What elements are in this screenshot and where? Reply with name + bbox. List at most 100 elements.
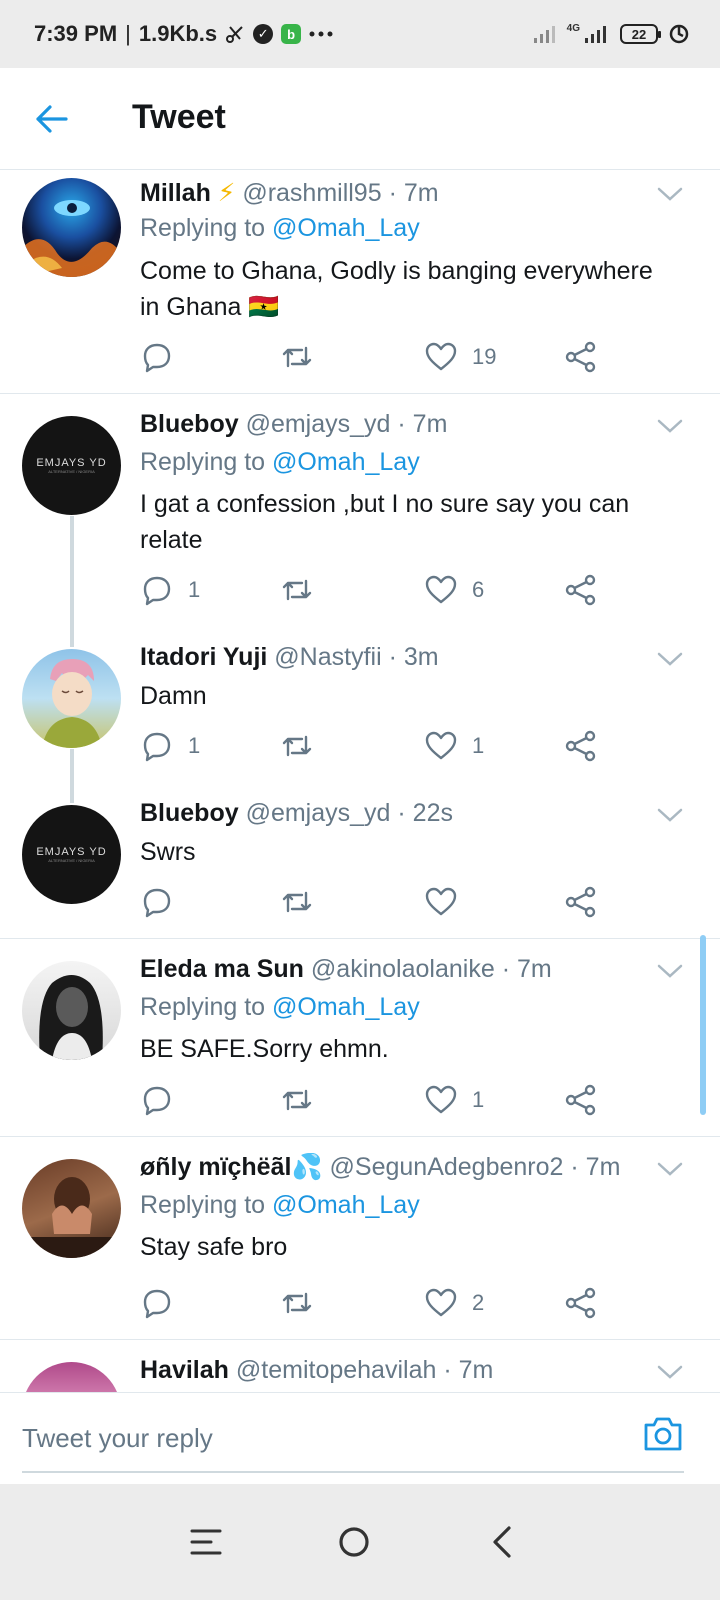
thread-line <box>70 627 74 647</box>
menu-icon[interactable] <box>186 1522 226 1562</box>
replying-to: Replying to @Omah_Lay <box>140 448 420 477</box>
like-button[interactable] <box>424 882 472 922</box>
author-name[interactable]: Blueboy <box>140 410 239 438</box>
mention-link[interactable]: @Omah_Lay <box>272 993 420 1021</box>
author-handle[interactable]: @akinolaolanike <box>311 955 495 983</box>
chevron-down-icon[interactable] <box>656 184 684 204</box>
tweet-actions: 19 <box>140 337 610 377</box>
avatar[interactable]: EMJAYS YD ALTERNATIVE / NIGERIA <box>22 416 121 515</box>
tweet-actions <box>140 882 610 922</box>
share-icon <box>565 730 596 762</box>
signal-icon <box>533 24 557 44</box>
author-handle[interactable]: @SegunAdegbenro2 <box>330 1153 564 1181</box>
tweet-item[interactable]: EMJAYS YD ALTERNATIVE / NIGERIA Blueboy … <box>0 783 720 939</box>
home-circle-icon[interactable] <box>334 1522 374 1562</box>
tweet-item[interactable]: Millah ⚡ @rashmill95 · 7m Replying to @O… <box>0 170 720 394</box>
reply-button[interactable] <box>140 1080 188 1120</box>
author-handle[interactable]: @emjays_yd <box>246 410 391 438</box>
reply-input[interactable] <box>22 1423 622 1454</box>
retweet-button[interactable] <box>280 570 314 610</box>
author-handle[interactable]: @Nastyfii <box>274 643 381 671</box>
avatar[interactable] <box>22 1159 121 1258</box>
like-button[interactable]: 19 <box>424 337 496 377</box>
retweet-button[interactable] <box>280 726 314 766</box>
author-name[interactable]: Havilah <box>140 1356 229 1384</box>
replying-to: Replying to @Omah_Lay <box>140 214 420 243</box>
avatar-brand-subtext: ALTERNATIVE / NIGERIA <box>48 858 95 863</box>
chevron-down-icon[interactable] <box>656 805 684 825</box>
share-button[interactable] <box>564 1080 598 1120</box>
chevron-down-icon[interactable] <box>656 1362 684 1382</box>
tweet-time: · 7m <box>443 1356 494 1384</box>
status-bar: 7:39 PM | 1.9Kb.s ✓ b 4G 22 <box>0 0 720 68</box>
like-button[interactable]: 1 <box>424 726 484 766</box>
chevron-down-icon[interactable] <box>656 649 684 669</box>
chevron-down-icon[interactable] <box>656 961 684 981</box>
tweet-item[interactable]: EMJAYS YD ALTERNATIVE / NIGERIA Blueboy … <box>0 394 720 644</box>
retweet-button[interactable] <box>280 1080 314 1120</box>
chevron-down-icon[interactable] <box>656 1159 684 1179</box>
share-button[interactable] <box>564 337 598 377</box>
author-name[interactable]: Blueboy <box>140 799 239 827</box>
mention-link[interactable]: @Omah_Lay <box>272 1191 420 1219</box>
avatar[interactable] <box>22 178 121 277</box>
reply-button[interactable]: 1 <box>140 570 200 610</box>
mention-link[interactable]: @Omah_Lay <box>272 214 420 242</box>
avatar[interactable] <box>22 961 121 1060</box>
share-button[interactable] <box>564 882 598 922</box>
tweet-item[interactable]: Eleda ma Sun @akinolaolanike · 7m Replyi… <box>0 939 720 1137</box>
replying-prefix: Replying to <box>140 1191 266 1219</box>
author-handle[interactable]: @rashmill95 <box>242 179 381 207</box>
tweet-header: Eleda ma Sun @akinolaolanike · 7m <box>140 955 650 984</box>
avatar[interactable] <box>22 649 121 748</box>
signal-4g-icon <box>584 24 610 44</box>
tweet-header: Millah ⚡ @rashmill95 · 7m <box>140 178 650 208</box>
system-nav-bar <box>0 1484 720 1600</box>
tweet-item[interactable]: Itadori Yuji @Nastyfii · 3m Damn 1 1 <box>0 627 720 783</box>
retweet-button[interactable] <box>280 337 314 377</box>
mention-link[interactable]: @Omah_Lay <box>272 448 420 476</box>
like-button[interactable]: 1 <box>424 1080 484 1120</box>
reply-button[interactable] <box>140 337 188 377</box>
author-handle[interactable]: @emjays_yd <box>246 799 391 827</box>
author-name[interactable]: Eleda ma Sun <box>140 955 304 983</box>
more-dots-icon <box>309 30 333 38</box>
avatar-brand-subtext: ALTERNATIVE / NIGERIA <box>48 469 95 474</box>
arrow-left-icon[interactable] <box>34 101 70 137</box>
reply-button[interactable] <box>140 882 188 922</box>
scrollbar[interactable] <box>700 935 706 1115</box>
tweet-feed[interactable]: Millah ⚡ @rashmill95 · 7m Replying to @O… <box>0 170 720 1420</box>
like-button[interactable]: 6 <box>424 570 484 610</box>
like-button[interactable]: 2 <box>424 1283 484 1323</box>
author-name[interactable]: Itadori Yuji <box>140 643 267 671</box>
tweet-time: · 3m <box>388 643 439 671</box>
back-chevron-icon[interactable] <box>482 1522 522 1562</box>
share-button[interactable] <box>564 1283 598 1323</box>
author-name[interactable]: øñly mïçhëãl💦 <box>140 1153 323 1181</box>
reply-button[interactable] <box>140 1283 188 1323</box>
tweet-text-line: Swrs <box>140 838 196 866</box>
reply-button[interactable]: 1 <box>140 726 200 766</box>
camera-icon[interactable] <box>642 1413 684 1455</box>
tweet-text: Stay safe bro <box>140 1229 700 1265</box>
retweet-button[interactable] <box>280 1283 314 1323</box>
tweet-item[interactable]: øñly mïçhëãl💦 @SegunAdegbenro2 · 7m Repl… <box>0 1137 720 1340</box>
heart-icon <box>425 342 457 371</box>
share-button[interactable] <box>564 570 598 610</box>
heart-icon <box>425 731 457 760</box>
status-time: 7:39 PM <box>34 21 118 46</box>
share-button[interactable] <box>564 726 598 766</box>
tweet-text: I gat a confession ,but I no sure say yo… <box>140 486 700 558</box>
data-saver-icon <box>668 23 690 45</box>
author-name[interactable]: Millah <box>140 179 211 207</box>
retweet-button[interactable] <box>280 882 314 922</box>
replying-prefix: Replying to <box>140 993 266 1021</box>
chevron-down-icon[interactable] <box>656 416 684 436</box>
tweet-actions: 2 <box>140 1283 610 1323</box>
avatar[interactable]: EMJAYS YD ALTERNATIVE / NIGERIA <box>22 805 121 904</box>
author-handle[interactable]: @temitopehavilah <box>236 1356 437 1384</box>
battery-level: 22 <box>631 26 647 42</box>
tweet-header: Itadori Yuji @Nastyfii · 3m <box>140 643 650 672</box>
check-circle-icon: ✓ <box>253 24 274 44</box>
like-count: 19 <box>472 344 497 369</box>
